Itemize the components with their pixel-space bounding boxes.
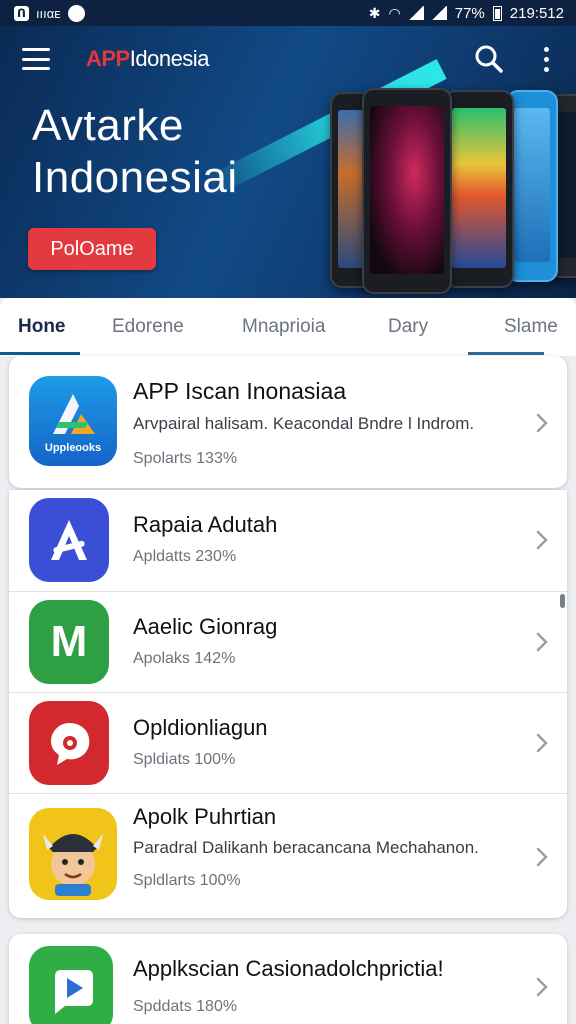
hero-title-line1: Avtarke: [32, 101, 184, 150]
app-meta: Spddats 180%: [133, 998, 238, 1015]
tab-edorene[interactable]: Edorene: [112, 298, 184, 356]
app-description: Paradral Dalikanh beracancana Mechahanon…: [133, 838, 479, 857]
app-store-a-icon: [53, 394, 95, 434]
cartoon-character-icon: [29, 808, 117, 900]
signal-icon: [408, 6, 424, 20]
hero-banner: APPIdonesia Avtarke Indonesiai PolOame: [0, 26, 576, 298]
tab-slame[interactable]: Slame: [504, 298, 558, 356]
notification-icon: [67, 4, 85, 22]
list-item[interactable]: Apolk Puhrtian Paradral Dalikanh beracan…: [9, 794, 567, 918]
featured-title: APP Iscan Inonasiaa: [133, 378, 347, 404]
app-tile-label: Uppleooks: [44, 442, 102, 454]
chevron-right-icon: [536, 530, 548, 550]
wifi-icon: ◠: [388, 4, 401, 21]
featured-meta: Spolarts 133%: [133, 450, 238, 467]
app-title: Applkscian Casionadolchprictia!: [133, 956, 444, 981]
featured-description: Arvpairal halisam. Keacondal Bndre l Ind…: [133, 414, 475, 433]
list-item[interactable]: Rapaia Adutah Apldatts 230%: [9, 490, 567, 591]
chevron-right-icon: [536, 413, 548, 433]
chevron-right-icon: [536, 847, 548, 867]
list-item[interactable]: M Aaelic Gionrag Apolaks 142%: [9, 592, 567, 692]
letter-a-icon: [29, 498, 109, 582]
search-icon[interactable]: [474, 44, 504, 74]
logo-text: Idonesia: [129, 46, 210, 71]
chevron-right-icon: [536, 977, 548, 997]
clock: 219:512: [509, 4, 564, 22]
signal-icon-2: [431, 6, 447, 20]
hero-cta-button[interactable]: PolOame: [28, 228, 156, 270]
phone-image: [362, 88, 452, 294]
app-list: Rapaia Adutah Apldatts 230% M Aaelic Gio…: [9, 490, 567, 918]
featured-app-card[interactable]: Uppleooks APP Iscan Inonasiaa Arvpairal …: [9, 356, 567, 488]
bluetooth-icon: ✱: [368, 4, 381, 21]
tab-dary[interactable]: Dary: [388, 298, 428, 356]
app-title: Aaelic Gionrag: [133, 614, 278, 639]
battery-icon: [492, 5, 502, 21]
app-meta: Apldatts 230%: [133, 548, 237, 565]
tab-bar: Hone Edorene Mnaprioia Dary Slame: [0, 298, 576, 356]
app-logo: APPIdonesia: [86, 46, 209, 72]
network-label: ıııαᴇ: [35, 5, 61, 21]
app-card[interactable]: Applkscian Casionadolchprictia! Spddats …: [9, 934, 567, 1024]
app-title: Opldionliagun: [133, 715, 268, 740]
hero-title: Avtarke Indonesiai: [32, 100, 322, 204]
app-meta: Spldiats 100%: [133, 751, 236, 768]
tab-mnaprioia[interactable]: Mnaprioia: [242, 298, 325, 356]
phone-image: [444, 90, 514, 288]
app-title: Apolk Puhrtian: [133, 804, 277, 829]
hero-title-line2: Indonesiai: [32, 153, 238, 202]
logo-accent: APP: [86, 46, 130, 71]
more-vert-icon[interactable]: [538, 44, 554, 74]
phones-illustration: [326, 86, 576, 298]
app-meta: Apolaks 142%: [133, 650, 236, 667]
status-bar: ᑎ ıııαᴇ ✱ ◠ 77% 219:512: [0, 0, 576, 26]
letter-m-icon: M: [29, 600, 109, 684]
sim-icon: ᑎ: [14, 5, 29, 21]
chevron-right-icon: [536, 733, 548, 753]
app-title: Rapaia Adutah: [133, 512, 278, 537]
tab-indicator-secondary: [468, 352, 544, 355]
list-item[interactable]: Opldionliagun Spldiats 100%: [9, 693, 567, 793]
chat-bubble-icon: [29, 701, 109, 785]
hamburger-menu-icon[interactable]: [22, 48, 50, 70]
play-chat-icon: [29, 946, 113, 1024]
app-meta: Spldlarts 100%: [133, 872, 241, 889]
chevron-right-icon: [536, 632, 548, 652]
tab-home[interactable]: Hone: [18, 298, 66, 356]
app-tile-icon: Uppleooks: [29, 376, 117, 466]
battery-percent: 77%: [454, 4, 485, 22]
tab-active-indicator: [0, 352, 80, 355]
scrollbar[interactable]: [560, 594, 565, 608]
